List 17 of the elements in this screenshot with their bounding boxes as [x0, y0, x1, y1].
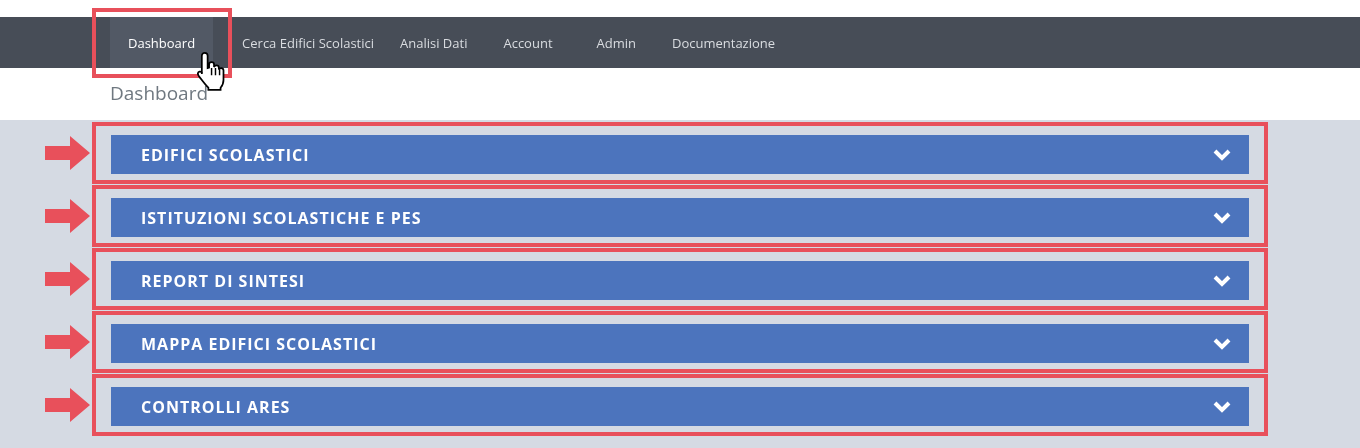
accordion-header[interactable]: EDIFICI SCOLASTICI [111, 135, 1249, 174]
accordion-header[interactable]: REPORT DI SINTESI [111, 261, 1249, 300]
page-title: Dashboard [110, 79, 209, 105]
nav-tab[interactable]: Cerca Edifici Scolastici [224, 17, 387, 68]
nav-tab[interactable]: Analisi Dati [386, 17, 482, 68]
arrow-icon [45, 325, 90, 359]
nav-tab[interactable]: Account [481, 17, 575, 68]
nav-tab[interactable]: Dashboard [110, 17, 214, 68]
arrow-icon [45, 262, 90, 296]
accordion-header[interactable]: MAPPA EDIFICI SCOLASTICI [111, 324, 1249, 363]
accordion-header[interactable]: CONTROLLI ARES [111, 387, 1249, 426]
nav-tab[interactable]: Documentazione [658, 17, 790, 68]
accordion-header[interactable]: ISTITUZIONI SCOLASTICHE E PES [111, 198, 1249, 237]
arrow-icon [45, 199, 90, 233]
arrow-icon [45, 388, 90, 422]
nav-tab[interactable]: Admin [574, 17, 658, 68]
arrow-icon [45, 136, 90, 170]
